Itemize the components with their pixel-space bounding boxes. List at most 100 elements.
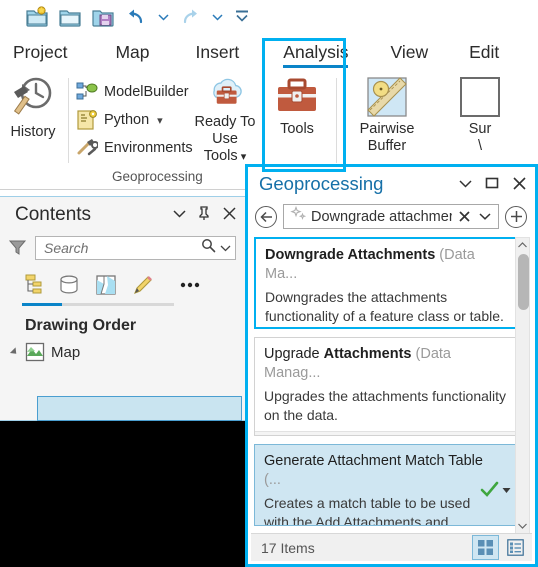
tab-analysis-label: Analysis (283, 42, 349, 62)
close-icon[interactable] (511, 175, 527, 191)
modelbuilder-label: ModelBuilder (104, 84, 189, 100)
toc-row-selected-layer[interactable] (37, 396, 242, 421)
python-icon (77, 110, 97, 130)
toc-label-map: Map (51, 343, 81, 361)
tools-button[interactable]: Tools (270, 76, 324, 162)
contents-menu-icon[interactable] (171, 205, 187, 221)
result-title: Generate Attachment Match Table (... (264, 452, 485, 490)
tab-analysis[interactable]: Analysis (283, 42, 349, 70)
toc-row-map[interactable]: Map (0, 335, 246, 362)
result-title-bold: Downgrade Attachments (265, 247, 436, 263)
results-scrollbar[interactable] (515, 237, 530, 534)
result-title-prefix: Generate Attachment Match Table (264, 453, 483, 469)
filter-icon[interactable] (8, 238, 28, 258)
result-description: Downgrades the attachments functionality… (265, 289, 504, 324)
modelbuilder-button[interactable]: ModelBuilder (76, 78, 189, 106)
contents-search-row: Search (0, 233, 246, 263)
geoprocessing-title: Geoprocessing (259, 172, 384, 194)
modelbuilder-icon (76, 82, 98, 100)
result-title-bold: Attachments (323, 346, 412, 362)
panel-menu-icon[interactable] (457, 175, 473, 191)
summarize-within-icon (460, 77, 500, 117)
geoprocessing-search-value: Downgrade attachmer (311, 208, 452, 225)
list-by-snapshot-icon[interactable] (94, 274, 117, 297)
expand-collapse-icon[interactable] (9, 347, 20, 357)
drawing-order-heading: Drawing Order (25, 317, 137, 334)
scroll-down-icon[interactable] (516, 519, 529, 533)
contents-view-toggles (0, 263, 246, 299)
summarize-within-button[interactable]: Sur \ (440, 76, 520, 168)
geoprocessing-results-list[interactable]: Downgrade Attachments (Data Ma... Downgr… (254, 237, 520, 534)
environments-button[interactable]: Environments (76, 134, 193, 162)
summarize-within-label: Sur \ (468, 121, 492, 154)
result-favorite-control[interactable] (480, 481, 511, 499)
history-label: History (10, 124, 56, 140)
customize-qat-icon[interactable] (229, 4, 255, 30)
tab-edit[interactable]: Edit (469, 42, 499, 70)
contents-panel-controls (171, 205, 237, 221)
grid-view-icon[interactable] (472, 535, 499, 560)
chevron-down-icon[interactable]: ▾ (157, 114, 163, 127)
result-item-generate-attachment-match-table[interactable]: Generate Attachment Match Table (... Cre… (254, 444, 520, 526)
scroll-up-icon[interactable] (516, 238, 529, 252)
item-count-label: 17 Items (261, 539, 315, 556)
geoprocessing-panel-controls (457, 175, 527, 191)
result-item-upgrade-attachments[interactable]: Upgrade Attachments (Data Manag... Upgra… (254, 337, 520, 436)
contents-search-placeholder: Search (44, 240, 89, 256)
undo-dropdown-icon[interactable] (154, 4, 172, 30)
redo-icon[interactable] (175, 3, 205, 31)
tab-insert[interactable]: Insert (196, 42, 240, 70)
maximize-icon[interactable] (484, 175, 500, 191)
pairwise-buffer-label: Pairwise Buffer (359, 121, 415, 154)
check-icon (480, 481, 499, 497)
contents-search-input[interactable]: Search (35, 236, 236, 260)
list-by-drawing-order-icon[interactable] (20, 274, 43, 297)
history-button[interactable]: History (2, 74, 64, 162)
open-project-icon[interactable] (55, 3, 85, 31)
add-tool-button[interactable] (505, 205, 527, 228)
map-icon (25, 342, 45, 362)
result-description: Creates a match table to be used with th… (264, 495, 471, 526)
geoprocessing-header: Geoprocessing (248, 167, 535, 200)
result-item-downgrade-attachments[interactable]: Downgrade Attachments (Data Ma... Downgr… (254, 237, 520, 329)
result-title: Upgrade Attachments (Data Manag... (264, 345, 510, 383)
scrollbar-thumb[interactable] (518, 254, 529, 310)
history-icon (13, 77, 52, 115)
pin-icon[interactable] (196, 205, 212, 221)
back-button[interactable] (255, 205, 277, 228)
search-options-chevron-icon[interactable] (220, 239, 231, 257)
new-project-icon[interactable] (22, 3, 52, 31)
environments-icon (77, 139, 98, 156)
list-view-icon[interactable] (502, 535, 529, 560)
geoprocessing-panel: Geoprocessing Downgrade attachmer Downgr… (245, 164, 538, 567)
tab-map[interactable]: Map (115, 42, 149, 70)
group-label-geoprocessing: Geoprocessing (112, 169, 203, 184)
result-category: (... (264, 472, 281, 488)
pairwise-buffer-button[interactable]: Pairwise Buffer (348, 76, 426, 168)
ready-to-use-tools-button[interactable]: Ready To Use Tools ▾ (190, 74, 260, 166)
environments-label: Environments (104, 140, 193, 156)
tab-project[interactable]: Project (13, 42, 67, 70)
search-icon[interactable] (201, 238, 216, 258)
python-button[interactable]: Python ▾ (76, 106, 163, 134)
contents-tab-indicator (22, 303, 174, 306)
redo-dropdown-icon[interactable] (208, 4, 226, 30)
undo-icon[interactable] (121, 3, 151, 31)
search-dropdown-icon[interactable] (477, 211, 493, 223)
save-project-icon[interactable] (88, 3, 118, 31)
result-title: Downgrade Attachments (Data Ma... (265, 246, 509, 284)
clear-search-icon[interactable] (457, 209, 472, 225)
close-icon[interactable] (221, 205, 237, 221)
geoprocessing-search-input[interactable]: Downgrade attachmer (283, 204, 499, 229)
list-by-editing-icon[interactable] (131, 274, 154, 297)
screenshot-cutoff-region (0, 421, 247, 567)
tab-view[interactable]: View (390, 42, 428, 70)
geoprocessing-search-row: Downgrade attachmer (248, 200, 535, 233)
sparkle-icon (290, 205, 307, 227)
toolbox-icon (278, 78, 316, 111)
list-by-data-source-icon[interactable] (57, 274, 80, 297)
more-options-icon[interactable] (178, 274, 201, 297)
tab-active-underline (283, 65, 349, 68)
result-footer (255, 431, 519, 435)
cloud-toolbox-icon (213, 78, 242, 104)
